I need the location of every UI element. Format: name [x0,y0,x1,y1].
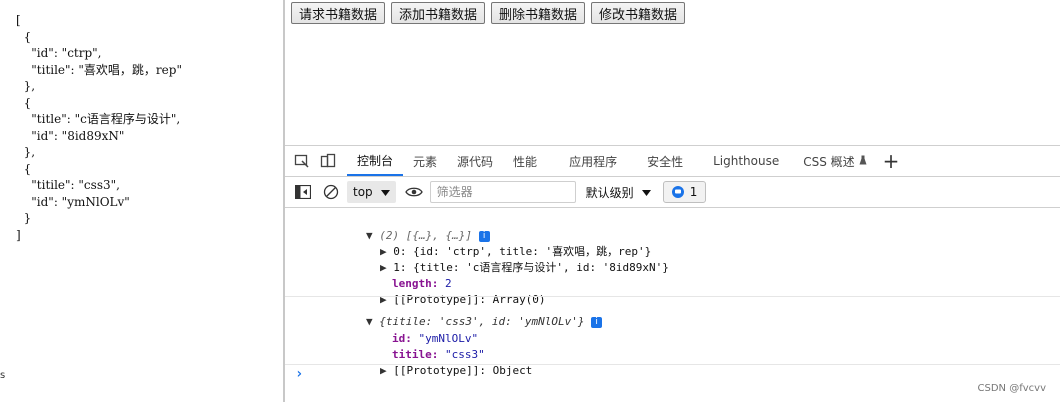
device-toolbar-icon[interactable] [319,152,337,170]
tab-css-overview-label: CSS 概述 [803,154,855,169]
inspect-element-icon[interactable] [293,152,311,170]
array-item-0[interactable]: ▶ 0: {id: 'ctrp', title: '喜欢唱，跳，rep'} [327,228,651,258]
log-levels-label: 默认级别 [585,185,634,200]
tab-lighthouse[interactable]: Lighthouse [703,146,789,176]
update-book-button[interactable]: 修改书籍数据 [591,2,686,24]
issues-counter[interactable]: 1 [662,181,707,203]
request-books-button[interactable]: 请求书籍数据 [291,2,386,24]
log-separator [285,296,1060,297]
devtools-tabbar: 控制台 元素 源代码 性能 应用程序 安全性 Lighthouse CSS 概述… [285,146,1060,177]
book-actions: 请求书籍数据 添加书籍数据 删除书籍数据 修改书籍数据 [291,2,686,24]
flask-icon [859,154,867,168]
collapse-triangle-icon[interactable]: ▶ [380,364,393,377]
json-output-pane: [ { "id": "ctrp", "titile": "喜欢唱，跳，rep" … [0,0,283,402]
object-prototype[interactable]: ▶ [[Prototype]]: Object [327,347,532,377]
array-item-1[interactable]: ▶ 1: {title: 'c语言程序与设计', id: '8id89xN'} [327,244,669,274]
delete-book-button[interactable]: 删除书籍数据 [491,2,586,24]
chevron-down-icon [380,185,390,199]
tab-css-overview[interactable]: CSS 概述 [793,146,876,176]
issues-chat-icon [671,186,684,198]
left-edge-text: s [0,370,6,381]
tab-application[interactable]: 应用程序 [559,146,627,176]
object-prop-id: id: "ymNlOLv" [391,332,479,345]
console-filter-input[interactable] [429,181,576,203]
tab-elements[interactable]: 元素 [403,146,447,176]
tab-security[interactable]: 安全性 [637,146,693,176]
page-pane: 请求书籍数据 添加书籍数据 删除书籍数据 修改书籍数据 控制台 元素 源代码 性… [285,0,1060,403]
tab-sources[interactable]: 源代码 [447,146,503,176]
object-log-summary[interactable]: ▼ {titile: 'css3', id: 'ymNlOLv'} i [313,298,603,328]
console-prompt-icon[interactable]: › [295,366,303,382]
add-panel-icon[interactable]: + [883,151,900,171]
issues-count: 1 [689,185,698,199]
json-output-text: [ { "id": "ctrp", "titile": "喜欢唱，跳，rep" … [16,13,182,242]
object-prototype-text: [[Prototype]]: Object [393,364,533,377]
object-prop-titile: titile: "css3" [391,348,485,361]
console-toolbar: top 默认级别 1 [285,177,1060,208]
context-value: top [353,185,373,199]
watermark: CSDN @fvcvv [977,383,1046,394]
chevron-down-icon [641,185,651,199]
array-prototype[interactable]: ▶ [[Prototype]]: Array(0) [327,276,546,306]
add-book-button[interactable]: 添加书籍数据 [391,2,486,24]
tab-console[interactable]: 控制台 [347,146,404,176]
array-length: length: 2 [391,277,452,290]
devtools-panel: 控制台 元素 源代码 性能 应用程序 安全性 Lighthouse CSS 概述… [285,145,1060,403]
context-selector[interactable]: top [347,181,396,203]
log-separator [285,364,1060,365]
info-icon[interactable]: i [591,316,603,328]
tab-performance[interactable]: 性能 [503,146,547,176]
live-expression-eye-icon[interactable] [404,182,424,202]
array-log-summary[interactable]: ▼ (2) [{…}, {…}] i [313,212,490,242]
log-levels-dropdown[interactable]: 默认级别 [586,184,651,201]
console-output: ▼ (2) [{…}, {…}] i ▶ 0: {id: 'ctrp', tit… [285,208,1060,403]
clear-console-icon[interactable] [321,182,341,202]
sidebar-toggle-icon[interactable] [293,182,313,202]
